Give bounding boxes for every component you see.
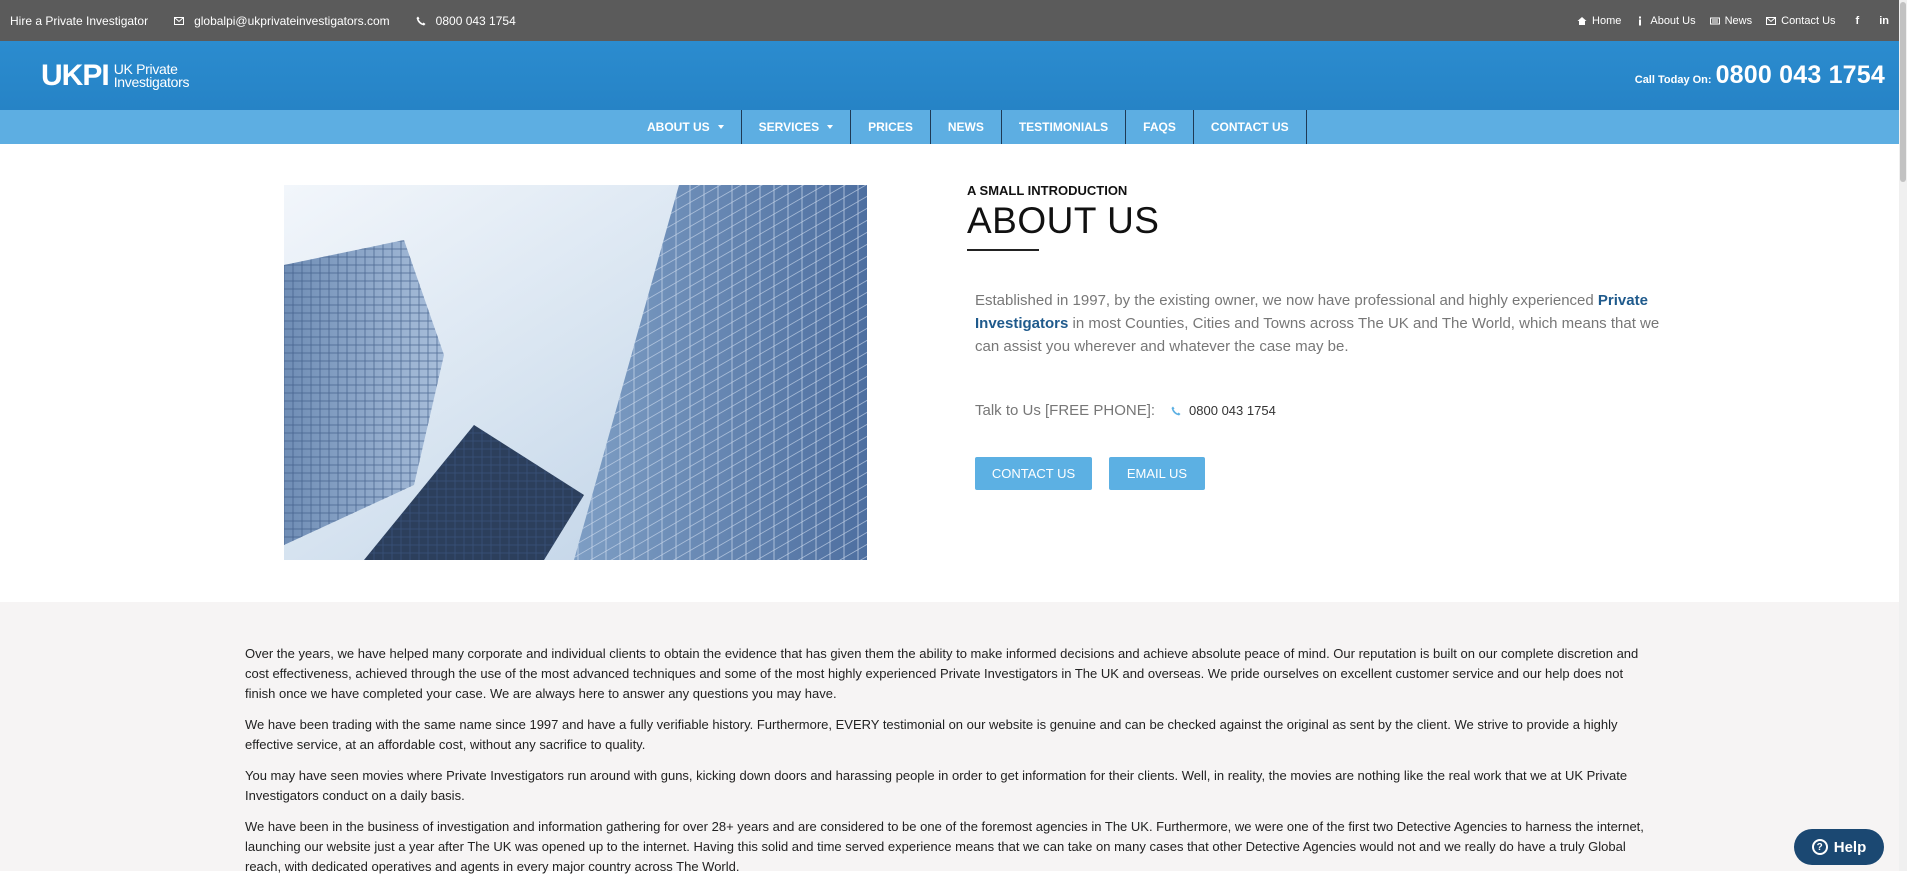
call-number[interactable]: 0800 043 1754 (1716, 61, 1885, 90)
top-link-about[interactable]: About Us (1635, 14, 1696, 27)
phone-text: 0800 043 1754 (435, 13, 516, 28)
logo-text: UK Private Investigators (113, 62, 190, 90)
logo-line-2: Investigators (113, 74, 190, 90)
facebook-icon: f (1855, 14, 1860, 27)
top-link-label: Contact Us (1781, 14, 1836, 27)
nav-item-news[interactable]: NEWS (931, 110, 1002, 144)
intro-kicker: A SMALL INTRODUCTION (967, 183, 1128, 198)
body-paragraph: We have been trading with the same name … (245, 717, 1618, 752)
top-link-label: Home (1592, 14, 1622, 27)
newspaper-icon (1709, 16, 1720, 26)
nav-label: PRICES (868, 120, 913, 134)
chevron-down-icon (827, 125, 834, 129)
contact-us-button[interactable]: CONTACT US (975, 457, 1092, 490)
home-icon (1577, 16, 1587, 26)
body-paragraph: Over the years, we have helped many corp… (245, 646, 1639, 701)
top-bar-contact: Hire a Private Investigator globalpi@ukp… (10, 0, 516, 41)
page-scrollbar[interactable] (1899, 0, 1907, 871)
nav-item-contact-us[interactable]: CONTACT US (1194, 110, 1307, 144)
nav-label: NEWS (947, 120, 984, 134)
tagline: Hire a Private Investigator (10, 13, 149, 28)
talk-phone-number: 0800 043 1754 (1189, 403, 1276, 418)
about-content-section: Over the years, we have helped many corp… (0, 602, 1907, 874)
nav-label: TESTIMONIALS (1018, 120, 1109, 134)
top-link-contact[interactable]: Contact Us (1766, 14, 1836, 27)
body-paragraph: We have been in the business of investig… (245, 819, 1644, 874)
top-link-home[interactable]: Home (1577, 15, 1621, 27)
intro-text-2: in most Counties, Cities and Towns acros… (975, 315, 1660, 355)
phone-icon (1171, 406, 1181, 416)
nav-label: SERVICES (758, 120, 820, 134)
linkedin-link[interactable]: in (1879, 15, 1889, 27)
nav-label: CONTACT US (1210, 120, 1289, 134)
intro-text-1: Established in 1997, by the existing own… (975, 292, 1598, 309)
nav-item-faqs[interactable]: FAQS (1126, 110, 1194, 144)
nav-label: ABOUT US (647, 120, 710, 134)
nav-item-testimonials[interactable]: TESTIMONIALS (1002, 110, 1127, 144)
top-bar-links: Home About Us News Contact Us f in (1577, 0, 1889, 41)
nav-item-about-us[interactable]: ABOUT US (630, 110, 742, 144)
top-link-news[interactable]: News (1709, 14, 1753, 27)
intro-paragraph: Established in 1997, by the existing own… (975, 289, 1670, 358)
linkedin-icon: in (1879, 14, 1889, 27)
info-icon (1635, 16, 1645, 26)
envelope-icon (174, 16, 185, 26)
envelope-icon (1766, 16, 1777, 26)
top-utility-bar: Hire a Private Investigator globalpi@ukp… (0, 0, 1907, 41)
main-nav: ABOUT US SERVICES PRICES NEWS TESTIMONIA… (0, 110, 1907, 144)
question-icon: ? (1811, 839, 1828, 855)
skyscraper-photo (284, 185, 867, 560)
page-title: ABOUT US (967, 200, 1160, 241)
nav-label: FAQS (1143, 120, 1176, 134)
facebook-link[interactable]: f (1856, 15, 1860, 27)
site-header: UKPI UK Private Investigators Call Today… (0, 41, 1907, 110)
talk-label: Talk to Us [FREE PHONE]: (975, 402, 1156, 419)
phone-link[interactable]: 0800 043 1754 (416, 14, 516, 28)
email-link[interactable]: globalpi@ukprivateinvestigators.com (174, 14, 390, 28)
top-link-label: News (1724, 14, 1753, 27)
scrollbar-thumb[interactable] (1900, 2, 1906, 182)
site-logo[interactable]: UKPI UK Private Investigators (41, 59, 190, 92)
chevron-down-icon (717, 125, 724, 129)
nav-item-services[interactable]: SERVICES (742, 110, 852, 144)
talk-phone[interactable]: 0800 043 1754 (1171, 403, 1276, 418)
nav-item-prices[interactable]: PRICES (851, 110, 931, 144)
logo-mark: UKPI (41, 59, 110, 92)
top-link-label: About Us (1650, 14, 1696, 27)
call-label: Call Today On: (1634, 74, 1712, 86)
help-label: Help (1833, 838, 1867, 856)
email-us-button[interactable]: EMAIL US (1109, 457, 1205, 490)
talk-to-us: Talk to Us [FREE PHONE]: 0800 043 1754 (975, 402, 1276, 419)
title-divider (967, 249, 1039, 251)
phone-icon (416, 16, 426, 26)
call-today: Call Today On: 0800 043 1754 (1635, 61, 1885, 90)
body-paragraph: You may have seen movies where Private I… (245, 768, 1628, 803)
email-text: globalpi@ukprivateinvestigators.com (194, 13, 390, 28)
help-button[interactable]: ? Help (1794, 829, 1884, 865)
